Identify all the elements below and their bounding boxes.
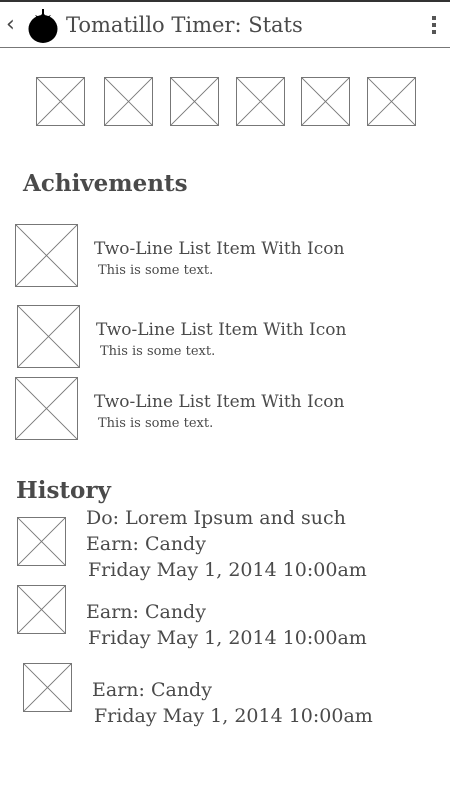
image-placeholder-icon[interactable] — [36, 77, 85, 126]
list-item-primary[interactable]: Two-Line List Item With Icon — [94, 239, 344, 259]
image-placeholder-icon[interactable] — [170, 77, 219, 126]
history-date: Friday May 1, 2014 10:00am — [88, 559, 367, 581]
list-item-secondary: This is some text. — [98, 416, 214, 431]
app-bar: ‹ Tomatillo Timer: Stats — [0, 0, 450, 48]
history-image-icon — [17, 585, 66, 634]
history-image-icon — [17, 517, 66, 566]
image-placeholder-icon[interactable] — [236, 77, 285, 126]
image-placeholder-icon[interactable] — [367, 77, 416, 126]
list-item-secondary: This is some text. — [100, 344, 216, 359]
more-vert-icon[interactable] — [428, 16, 440, 38]
history-earn: Earn: Candy — [86, 601, 206, 623]
page-title: Tomatillo Timer: Stats — [66, 13, 303, 37]
history-task: Do: Lorem Ipsum and such — [86, 507, 346, 529]
list-item-primary[interactable]: Two-Line List Item With Icon — [94, 392, 344, 412]
back-icon[interactable]: ‹ — [6, 14, 15, 36]
achievement-image-icon — [15, 224, 78, 287]
achievement-image-icon — [15, 377, 78, 440]
achievement-image-icon — [17, 305, 80, 368]
list-item-secondary: This is some text. — [98, 263, 214, 278]
achievements-heading: Achivements — [23, 170, 188, 197]
history-image-icon — [23, 663, 72, 712]
history-date: Friday May 1, 2014 10:00am — [94, 705, 373, 727]
image-placeholder-icon[interactable] — [104, 77, 153, 126]
tomato-icon — [27, 8, 59, 44]
list-item-primary[interactable]: Two-Line List Item With Icon — [96, 320, 346, 340]
history-earn: Earn: Candy — [86, 533, 206, 555]
history-heading: History — [16, 477, 111, 504]
history-date: Friday May 1, 2014 10:00am — [88, 627, 367, 649]
image-placeholder-icon[interactable] — [301, 77, 350, 126]
history-earn: Earn: Candy — [92, 679, 212, 701]
